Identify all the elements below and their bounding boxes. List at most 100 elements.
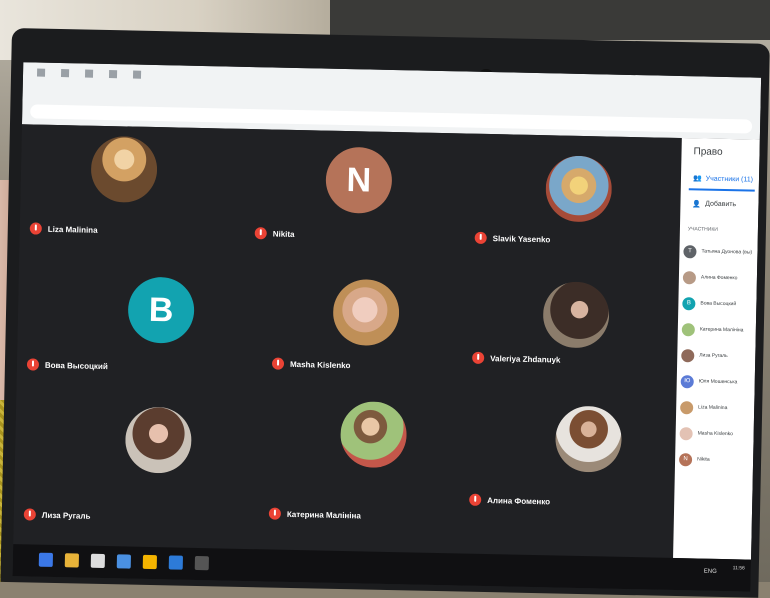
participant-avatar bbox=[124, 406, 193, 474]
system-clock[interactable]: 11:56 bbox=[733, 565, 745, 572]
avatar-letter: B bbox=[148, 290, 174, 329]
store-icon[interactable] bbox=[90, 553, 106, 569]
participant-name: Алина Фоменко bbox=[700, 274, 738, 282]
avatar-letter: Ю bbox=[684, 378, 691, 385]
participant-name-text: Masha Kislenko bbox=[289, 359, 351, 370]
participant-photo bbox=[339, 400, 408, 469]
participant-name: Masha Kislenko bbox=[271, 357, 351, 372]
participant-name-text: Вова Высоцкий bbox=[44, 360, 108, 371]
clock-time: 11:56 bbox=[732, 565, 745, 572]
mic-off-icon bbox=[472, 351, 485, 364]
participant-avatar bbox=[90, 135, 158, 204]
participant-name-text: Liza Malinina bbox=[47, 224, 98, 235]
tab-icon[interactable] bbox=[84, 69, 94, 78]
avatar-letter: N bbox=[346, 160, 372, 200]
start-icon[interactable] bbox=[38, 552, 54, 567]
panel-title: Право bbox=[693, 146, 723, 158]
tab-participants[interactable]: 👥 Участники (11) bbox=[693, 174, 753, 183]
participant-row[interactable]: Liza Malinina bbox=[680, 394, 753, 422]
browser-tabs[interactable] bbox=[36, 68, 142, 79]
participant-name: Лиза Ругаль bbox=[699, 352, 728, 360]
participant-tile[interactable]: Катерина Малініна bbox=[268, 400, 482, 534]
tab-icon[interactable] bbox=[60, 69, 70, 78]
tab-icon[interactable] bbox=[132, 70, 142, 79]
participant-row[interactable]: Катерина Малініна bbox=[681, 316, 755, 344]
participant-name: Лиза Ругаль bbox=[23, 508, 91, 521]
participant-name: Nikita bbox=[254, 227, 295, 240]
participant-photo bbox=[90, 135, 158, 204]
tab-icon[interactable] bbox=[36, 68, 46, 77]
participant-tile[interactable]: Valeriya Zhdanuyk bbox=[471, 274, 684, 408]
participant-name-text: Лиза Ругаль bbox=[41, 510, 91, 521]
language-indicator[interactable]: ENG bbox=[704, 569, 717, 575]
participant-row[interactable]: B Вова Высоцкий bbox=[682, 290, 755, 318]
laptop-screen: Liza Malinina N Nikita Slavik Yasenko B … bbox=[12, 62, 762, 592]
participant-name: Алина Фоменко bbox=[469, 493, 551, 508]
participant-name: Valeriya Zhdanuyk bbox=[472, 351, 561, 366]
participant-row[interactable]: Т Татьяна Дуонова (вы) bbox=[683, 238, 756, 266]
participant-name: Юля Мошенська bbox=[698, 378, 738, 386]
participant-name: Liza Malinina bbox=[29, 222, 98, 235]
participant-avatar bbox=[681, 322, 695, 336]
participant-row[interactable]: Ю Юля Мошенська bbox=[680, 368, 753, 396]
people-icon: 👥 bbox=[692, 175, 702, 183]
participant-name-text: Алина Фоменко bbox=[487, 495, 551, 506]
participant-row[interactable]: Алина Фоменко bbox=[682, 264, 756, 292]
participant-avatar bbox=[332, 278, 400, 347]
mic-off-icon bbox=[23, 508, 36, 521]
participant-name: Вова Высоцкий bbox=[26, 358, 108, 372]
participant-tile[interactable]: N Nikita bbox=[254, 139, 467, 273]
participant-avatar bbox=[554, 405, 623, 473]
participant-photo bbox=[545, 155, 613, 223]
participant-avatar bbox=[339, 400, 408, 469]
participant-photo bbox=[542, 281, 610, 349]
participant-avatar: B bbox=[682, 296, 696, 310]
chrome-icon[interactable] bbox=[142, 554, 157, 570]
participant-tile[interactable]: B Вова Высоцкий bbox=[26, 264, 239, 398]
participant-name: Slavik Yasenko bbox=[474, 231, 551, 246]
participant-row[interactable]: Masha Kislenko bbox=[679, 420, 752, 448]
active-tab-indicator bbox=[688, 188, 755, 192]
avatar-letter: N bbox=[683, 456, 688, 463]
participant-name-text: Valeriya Zhdanuyk bbox=[490, 353, 561, 365]
dark-window bbox=[330, 0, 770, 40]
participants-list: Т Татьяна Дуонова (вы) Алина Фоменко B Вов… bbox=[678, 238, 756, 474]
participant-tile[interactable]: Liza Malinina bbox=[29, 134, 242, 268]
participant-name-text: Slavik Yasenko bbox=[492, 233, 551, 244]
video-grid: Liza Malinina N Nikita Slavik Yasenko B … bbox=[13, 124, 682, 558]
participant-name-text: Nikita bbox=[272, 229, 295, 239]
participant-avatar bbox=[679, 426, 693, 440]
laptop: Liza Malinina N Nikita Slavik Yasenko B … bbox=[0, 28, 770, 598]
participant-tile[interactable]: Masha Kislenko bbox=[271, 270, 484, 404]
participant-name: Masha Kislenko bbox=[697, 430, 734, 438]
system-tray: ENG bbox=[704, 569, 717, 575]
participant-avatar: Ю bbox=[680, 374, 694, 388]
participants-panel: Право 👥 Участники (11) 👤 Добавить УЧАСТН… bbox=[673, 138, 760, 560]
participant-avatar: N bbox=[678, 452, 693, 466]
mic-off-icon bbox=[26, 358, 40, 371]
participant-avatar bbox=[681, 348, 695, 362]
mail-icon[interactable] bbox=[116, 554, 131, 569]
participant-row[interactable]: N Nikita bbox=[678, 446, 752, 474]
participant-tile[interactable]: Slavik Yasenko bbox=[474, 144, 687, 278]
participant-tile[interactable]: Алина Фоменко bbox=[469, 404, 682, 538]
participant-photo bbox=[554, 405, 623, 473]
edge-icon[interactable] bbox=[168, 555, 183, 570]
terminal-icon[interactable] bbox=[194, 555, 209, 571]
tab-icon[interactable] bbox=[108, 70, 118, 79]
add-people-button[interactable]: 👤 Добавить bbox=[692, 200, 736, 209]
participant-row[interactable]: Лиза Ругаль bbox=[681, 342, 754, 370]
participant-name: Катерина Малініна bbox=[699, 326, 744, 334]
participant-avatar: N bbox=[325, 146, 393, 214]
participant-avatar bbox=[682, 270, 697, 284]
mic-off-icon bbox=[474, 231, 487, 244]
file-explorer-icon[interactable] bbox=[64, 553, 80, 568]
participant-name-text: Катерина Малініна bbox=[286, 509, 361, 520]
add-person-icon: 👤 bbox=[692, 201, 702, 209]
participant-name: Nikita bbox=[697, 456, 710, 463]
mic-off-icon bbox=[271, 357, 285, 370]
participant-tile[interactable]: Лиза Ругаль bbox=[23, 394, 237, 528]
mic-off-icon bbox=[268, 507, 282, 520]
participant-avatar bbox=[680, 400, 694, 414]
participant-photo bbox=[124, 406, 193, 474]
